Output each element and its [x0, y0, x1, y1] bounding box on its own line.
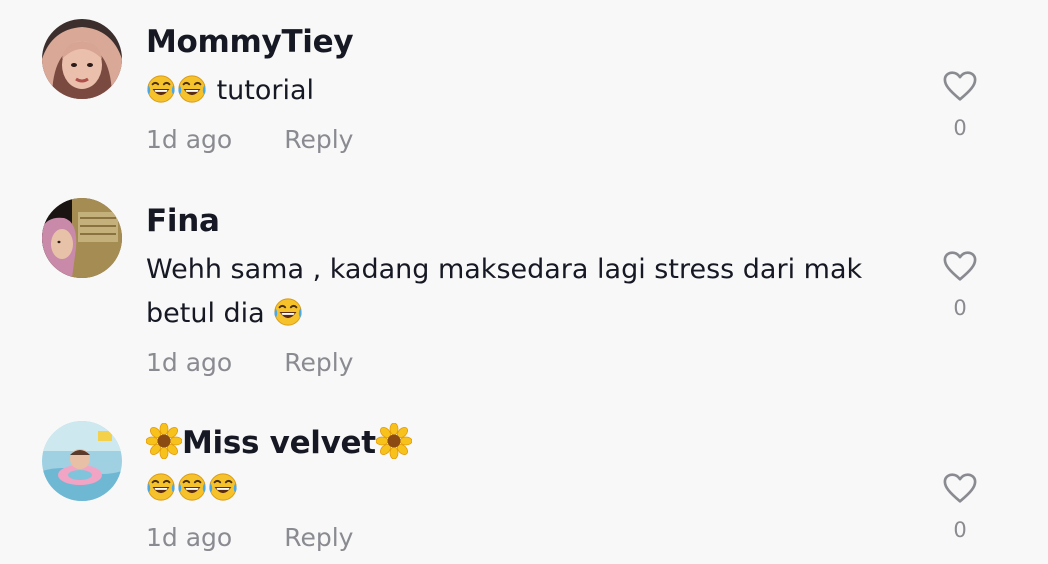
- heart-icon[interactable]: [942, 472, 978, 504]
- timestamp: 1d ago: [146, 348, 233, 377]
- reply-button[interactable]: Reply: [284, 523, 353, 552]
- comment-item: Fina Wehh sama , kadang maksedara lagi s…: [0, 180, 1048, 400]
- avatar[interactable]: [42, 198, 122, 278]
- like-button[interactable]: 0: [940, 70, 980, 140]
- heart-icon[interactable]: [942, 250, 978, 282]
- sunflower-icon: [376, 423, 412, 459]
- timestamp: 1d ago: [146, 523, 233, 552]
- reply-button[interactable]: Reply: [284, 125, 353, 154]
- face-with-tears-of-joy-icon: [177, 74, 207, 104]
- comment-body: MommyTiey tutorial 1d ago Reply: [146, 22, 916, 157]
- avatar[interactable]: [42, 19, 122, 99]
- username[interactable]: MommyTiey: [146, 22, 916, 62]
- face-with-tears-of-joy-icon: [146, 74, 176, 104]
- comment-meta: 1d ago Reply: [146, 123, 916, 157]
- sunflower-icon: [146, 423, 182, 459]
- like-count: 0: [953, 116, 967, 140]
- avatar-image: [42, 421, 122, 501]
- comment-meta: 1d ago Reply: [146, 346, 916, 380]
- like-count: 0: [953, 296, 967, 320]
- avatar[interactable]: [42, 421, 122, 501]
- comment-text-content: tutorial: [216, 75, 315, 106]
- comment-text: [146, 467, 916, 511]
- comment-body: Miss velvet 1d ago Reply: [146, 423, 916, 555]
- like-button[interactable]: 0: [940, 250, 980, 320]
- face-with-tears-of-joy-icon: [273, 297, 303, 327]
- like-button[interactable]: 0: [940, 472, 980, 542]
- comment-text: Wehh sama , kadang maksedara lagi stress…: [146, 248, 916, 336]
- comment-text-line-2: betul dia: [146, 292, 916, 336]
- comment-list: MommyTiey tutorial 1d ago Reply 0 Fina W…: [0, 0, 1048, 564]
- timestamp: 1d ago: [146, 125, 233, 154]
- reply-button[interactable]: Reply: [284, 348, 353, 377]
- face-with-tears-of-joy-icon: [177, 472, 207, 502]
- comment-text: tutorial: [146, 69, 916, 113]
- like-count: 0: [953, 518, 967, 542]
- comment-item: MommyTiey tutorial 1d ago Reply 0: [0, 0, 1048, 180]
- avatar-image: [42, 198, 122, 278]
- comment-text-line: Wehh sama , kadang maksedara lagi stress…: [146, 254, 863, 285]
- username[interactable]: Fina: [146, 201, 916, 241]
- comment-item: Miss velvet 1d ago Reply 0: [0, 400, 1048, 564]
- comment-text-line-content: betul dia: [146, 298, 265, 329]
- face-with-tears-of-joy-icon: [208, 472, 238, 502]
- comment-meta: 1d ago Reply: [146, 521, 916, 555]
- comment-body: Fina Wehh sama , kadang maksedara lagi s…: [146, 201, 916, 380]
- username[interactable]: Miss velvet: [146, 423, 916, 463]
- username-text: Miss velvet: [182, 425, 376, 461]
- avatar-image: [42, 19, 122, 99]
- face-with-tears-of-joy-icon: [146, 472, 176, 502]
- heart-icon[interactable]: [942, 70, 978, 102]
